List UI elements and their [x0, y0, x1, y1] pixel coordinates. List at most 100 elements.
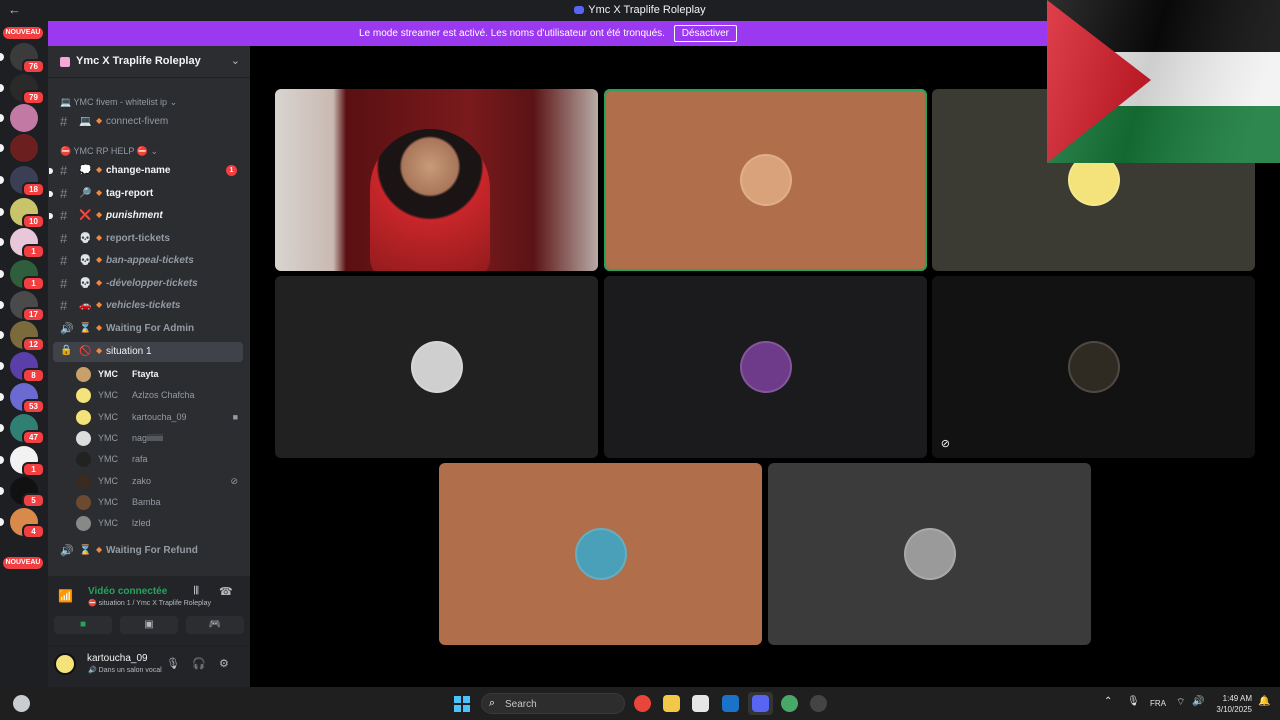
voice-user-2[interactable]: YMC kartoucha_09 ■	[76, 408, 242, 428]
avatar	[739, 154, 792, 206]
camera-icon: ■	[232, 411, 238, 422]
hash-icon: #	[60, 231, 68, 246]
discord-icon	[574, 6, 585, 14]
wifi-icon[interactable]: ⌔	[1176, 696, 1185, 709]
avatar[interactable]	[54, 653, 76, 675]
unread-pill	[0, 176, 4, 184]
channel-label: ban-appeal-tickets	[106, 255, 194, 266]
volume-icon[interactable]: 🔊	[1192, 696, 1204, 707]
headphones-icon[interactable]: 🎧	[192, 657, 206, 670]
voice-user-4[interactable]: YMC rafa	[76, 450, 242, 470]
unread-pill	[0, 424, 4, 432]
channel-punishment[interactable]: # ❌ ◆ punishment	[49, 206, 243, 226]
voice-user-1[interactable]: YMC Azlzos Chafcha	[76, 386, 242, 406]
voice-channel-situation-1[interactable]: 🔒 🚫 ◆ situation 1	[53, 342, 243, 362]
channel-report-tickets[interactable]: # 💀 ◆ report-tickets	[53, 229, 243, 249]
voice-user-7[interactable]: YMC lzled	[76, 514, 242, 534]
avatar	[903, 528, 956, 580]
store-icon[interactable]	[692, 695, 709, 712]
diamond-icon: ◆	[96, 210, 103, 219]
chevron-down-icon[interactable]: ⌄	[231, 54, 240, 67]
disable-streamer-mode-button[interactable]: Désactiver	[673, 25, 737, 42]
voice-user-6[interactable]: YMC Bamba	[76, 493, 242, 513]
server-icon[interactable]	[10, 134, 38, 162]
video-tile-avatar[interactable]: ⊘	[932, 276, 1255, 458]
server-mention-badge: 12	[22, 337, 45, 352]
diamond-icon: ◆	[96, 165, 103, 174]
server-icon[interactable]	[10, 104, 38, 132]
channel-developper-tickets[interactable]: # 💀 ◆ -développer-tickets	[53, 274, 243, 294]
server-mention-badge: 10	[22, 214, 45, 229]
server-rail: NOUVEAU NOUVEAU 76 79 18 10 1 1 17 12 8 53 47 1 5 4	[0, 21, 48, 687]
server-mention-badge: 17	[22, 307, 45, 322]
mic-icon[interactable]: 🎙	[166, 657, 180, 670]
unread-indicator	[49, 213, 53, 219]
voice-channel-waiting-for-refund[interactable]: 🔊 ⌛ ◆ Waiting For Refund	[53, 541, 243, 561]
signal-icon[interactable]: 📶	[58, 589, 73, 603]
discord-icon[interactable]	[752, 695, 769, 712]
video-tile-avatar[interactable]	[275, 276, 598, 458]
diamond-icon: ◆	[96, 323, 103, 332]
server-mention-badge: 8	[22, 368, 45, 383]
camera-button[interactable]: ■	[54, 616, 112, 634]
screen-share-button[interactable]: ▣	[120, 616, 178, 634]
user-name: nagiiiiiiii	[132, 432, 164, 443]
obs-icon[interactable]	[810, 695, 827, 712]
activity-button[interactable]: 🎮	[186, 616, 244, 634]
notification-icon[interactable]: 🔔	[1258, 696, 1270, 707]
unread-pill	[0, 393, 4, 401]
streamer-mode-banner: Le mode streamer est activé. Les noms d'…	[48, 21, 1048, 46]
diamond-icon: ◆	[96, 188, 103, 197]
channel-change-name[interactable]: # 💭 ◆ change-name 1	[49, 161, 243, 181]
file-explorer-icon[interactable]	[663, 695, 680, 712]
voice-channel-waiting-for-admin[interactable]: 🔊 ⌛ ◆ Waiting For Admin	[53, 319, 243, 339]
gear-icon[interactable]: ⚙	[219, 657, 229, 670]
disconnect-icon[interactable]: ☎	[219, 585, 233, 598]
windows-start-icon[interactable]	[454, 696, 470, 712]
avatar	[574, 528, 627, 580]
channel-label: connect-fivem	[106, 116, 169, 127]
unread-pill	[0, 238, 4, 246]
clock[interactable]: 1:49 AM 3/10/2025	[1212, 693, 1252, 715]
video-tile-avatar[interactable]	[604, 276, 927, 458]
category-rp-help[interactable]: ⛔ YMC RP HELP ⛔ ⌄	[60, 146, 158, 157]
hash-icon: #	[60, 208, 68, 223]
channel-vehicles-tickets[interactable]: # 🚗 ◆ vehicles-tickets	[53, 296, 243, 316]
voice-location[interactable]: ⛔ situation 1 / Ymc X Traplife Roleplay	[88, 599, 228, 607]
voice-user-0[interactable]: YMC Ftayta	[76, 365, 242, 385]
unread-pill	[0, 456, 4, 464]
user-tag: YMC	[98, 475, 118, 486]
video-tile-avatar[interactable]	[604, 89, 927, 271]
category-whitelist[interactable]: 💻 YMC fivem - whitelist ip ⌄	[60, 97, 177, 108]
user-tag: YMC	[98, 369, 118, 379]
language-indicator[interactable]: FRA	[1150, 699, 1166, 708]
voice-user-3[interactable]: YMC nagiiiiiiii	[76, 429, 242, 449]
avatar	[76, 516, 91, 532]
channel-ban-appeal-tickets[interactable]: # 💀 ◆ ban-appeal-tickets	[53, 251, 243, 271]
voice-user-5[interactable]: YMC zako ⊘	[76, 472, 242, 492]
widgets-icon[interactable]	[13, 695, 30, 712]
chevron-up-icon[interactable]: ⌃	[1104, 696, 1112, 707]
server-header[interactable]: Ymc X Traplife Roleplay ⌄	[48, 46, 250, 78]
server-mention-badge: 53	[22, 399, 45, 414]
taskbar-search[interactable]: ⌕ Search	[481, 693, 625, 714]
channel-tag-report[interactable]: # 🔎 ◆ tag-report	[49, 184, 243, 204]
outlook-icon[interactable]	[722, 695, 739, 712]
chrome-icon[interactable]	[634, 695, 651, 712]
channel-connect-fivem[interactable]: # 💻 ◆ connect-fivem	[53, 112, 243, 132]
server-mention-badge: 1	[22, 244, 45, 259]
avatar	[76, 430, 91, 446]
unread-pill	[0, 362, 4, 370]
diamond-icon: ◆	[96, 255, 103, 264]
avatar	[1067, 341, 1120, 393]
mic-off-icon: ⊘	[230, 475, 238, 486]
user-panel: kartoucha_09 🔊 Dans un salon vocal 🎙 🎧 ⚙	[48, 646, 250, 687]
video-tile-avatar[interactable]	[439, 463, 762, 645]
chrome-profile-icon[interactable]	[781, 695, 798, 712]
mic-icon[interactable]: 🎙	[1127, 696, 1140, 707]
user-name: lzled	[132, 518, 151, 529]
video-tile-camera[interactable]	[275, 89, 598, 271]
video-tile-avatar[interactable]	[768, 463, 1091, 645]
unread-pill	[0, 331, 4, 339]
noise-suppression-icon[interactable]: 𝄃𝄃	[194, 585, 199, 598]
